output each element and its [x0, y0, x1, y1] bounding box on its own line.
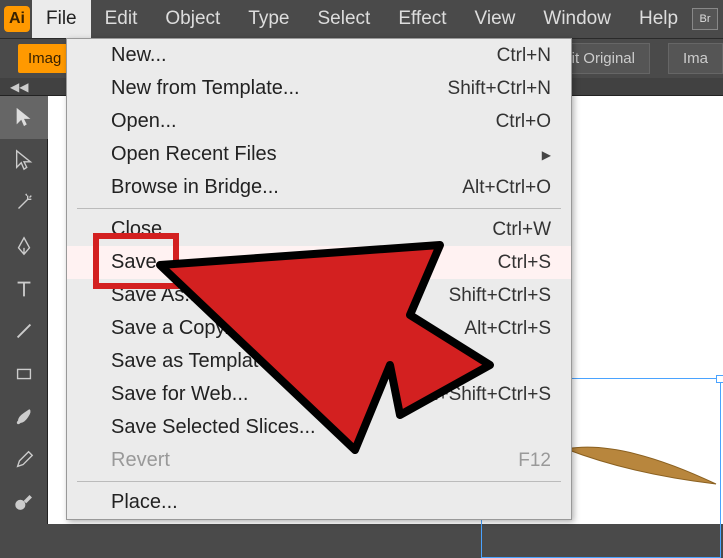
menu-label: New... — [111, 44, 167, 67]
menu-label: Save — [111, 251, 157, 274]
direct-selection-tool[interactable] — [0, 139, 48, 182]
menu-label: Save for Web... — [111, 383, 248, 406]
menu-help[interactable]: Help — [625, 0, 692, 38]
menu-shortcut: Shift+Ctrl+S — [449, 285, 551, 307]
menu-item-open-recent[interactable]: Open Recent Files ▶ — [67, 138, 571, 171]
menu-file[interactable]: File — [32, 0, 91, 38]
menu-label: Save a Copy... — [111, 317, 241, 340]
artwork-stroke — [561, 434, 721, 494]
menu-shortcut: Alt+Ctrl+S — [464, 318, 551, 340]
menu-label: Browse in Bridge... — [111, 176, 279, 199]
menu-shortcut: Ctrl+O — [496, 111, 551, 133]
menu-separator — [77, 481, 561, 482]
app-logo: Ai — [4, 6, 30, 32]
line-tool[interactable] — [0, 310, 48, 353]
menu-effect[interactable]: Effect — [384, 0, 460, 38]
menu-edit[interactable]: Edit — [91, 0, 152, 38]
menu-shortcut: Ctrl+S — [498, 252, 551, 274]
selection-tool[interactable] — [0, 96, 48, 139]
menu-label: Open... — [111, 110, 177, 133]
menu-label: Open Recent Files — [111, 143, 277, 166]
menu-type[interactable]: Type — [234, 0, 303, 38]
menu-window[interactable]: Window — [529, 0, 625, 38]
menu-shortcut: Alt+Ctrl+O — [462, 177, 551, 199]
menu-item-new[interactable]: New... Ctrl+N — [67, 39, 571, 72]
menu-shortcut: Ctrl+N — [497, 45, 551, 67]
file-menu-dropdown: New... Ctrl+N New from Template... Shift+C… — [66, 38, 572, 520]
menu-label: Save Selected Slices... — [111, 416, 316, 439]
menu-shortcut: Alt+Shift+Ctrl+S — [415, 384, 551, 406]
paintbrush-tool[interactable] — [0, 396, 48, 439]
selection-handle[interactable] — [716, 375, 723, 383]
submenu-arrow-icon: ▶ — [542, 148, 551, 162]
menu-item-revert: Revert F12 — [67, 444, 571, 477]
menu-item-save-slices[interactable]: Save Selected Slices... — [67, 411, 571, 444]
menu-item-new-from-template[interactable]: New from Template... Shift+Ctrl+N — [67, 72, 571, 105]
menu-label: Close — [111, 218, 162, 241]
menu-item-close[interactable]: Close Ctrl+W — [67, 213, 571, 246]
menu-item-save-for-web[interactable]: Save for Web... Alt+Shift+Ctrl+S — [67, 378, 571, 411]
magic-wand-tool[interactable] — [0, 182, 48, 225]
pen-tool[interactable] — [0, 224, 48, 267]
bridge-button[interactable]: Br — [692, 8, 718, 30]
menu-shortcut: Shift+Ctrl+N — [448, 78, 551, 100]
menu-item-save-copy[interactable]: Save a Copy... Alt+Ctrl+S — [67, 312, 571, 345]
menu-label: Place... — [111, 491, 178, 514]
tools-panel — [0, 96, 48, 524]
menu-select[interactable]: Select — [304, 0, 385, 38]
menu-item-open[interactable]: Open... Ctrl+O — [67, 105, 571, 138]
blob-brush-tool[interactable] — [0, 481, 48, 524]
menu-shortcut: Ctrl+W — [492, 219, 551, 241]
menu-label: Save as Template... — [111, 350, 286, 373]
menu-label: New from Template... — [111, 77, 300, 100]
menu-shortcut: F12 — [518, 450, 551, 472]
menu-separator — [77, 208, 561, 209]
menu-view[interactable]: View — [461, 0, 530, 38]
menu-item-save[interactable]: Save Ctrl+S — [67, 246, 571, 279]
menu-item-save-as[interactable]: Save As... Shift+Ctrl+S — [67, 279, 571, 312]
menubar: File Edit Object Type Select Effect View… — [0, 0, 723, 38]
menu-label: Revert — [111, 449, 170, 472]
menu-item-place[interactable]: Place... — [67, 486, 571, 519]
type-tool[interactable] — [0, 267, 48, 310]
menu-item-browse-bridge[interactable]: Browse in Bridge... Alt+Ctrl+O — [67, 171, 571, 204]
image-button[interactable]: Ima — [668, 43, 723, 74]
menu-item-save-template[interactable]: Save as Template... — [67, 345, 571, 378]
menu-object[interactable]: Object — [151, 0, 234, 38]
rectangle-tool[interactable] — [0, 353, 48, 396]
pencil-tool[interactable] — [0, 438, 48, 481]
menu-label: Save As... — [111, 284, 201, 307]
image-trace-tab[interactable]: Imag — [18, 44, 71, 73]
collapse-icon: ◀◀ — [10, 80, 28, 94]
